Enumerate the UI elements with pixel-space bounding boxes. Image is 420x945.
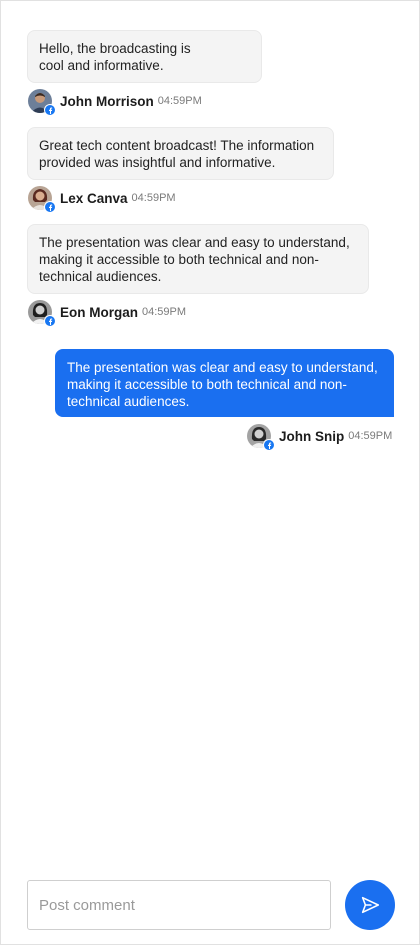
author-name[interactable]: Eon Morgan (60, 305, 138, 320)
message-time: 04:59PM (131, 192, 176, 204)
message-meta: Lex Canva 04:59PM (28, 186, 176, 213)
message-time: 04:59PM (142, 306, 187, 318)
author-name[interactable]: John Morrison (60, 94, 154, 109)
facebook-icon (44, 201, 56, 213)
message-time: 04:59PM (348, 430, 393, 442)
message-bubble: The presentation was clear and easy to u… (27, 224, 369, 294)
author-name[interactable]: John Snip (279, 429, 344, 444)
facebook-icon (263, 439, 275, 451)
author-name[interactable]: Lex Canva (60, 191, 128, 206)
message-meta: Eon Morgan 04:59PM (28, 300, 187, 327)
message-bubble: Hello, the broadcasting is cool and info… (27, 30, 262, 83)
user-avatar[interactable] (28, 89, 56, 116)
user-avatar[interactable] (28, 300, 56, 327)
message-meta: John Morrison 04:59PM (28, 89, 202, 116)
comments-panel: Hello, the broadcasting is cool and info… (0, 0, 420, 945)
message-time: 04:59PM (157, 95, 202, 107)
send-icon (361, 896, 380, 914)
message-bubble: Great tech content broadcast! The inform… (27, 127, 334, 180)
facebook-icon (44, 315, 56, 327)
user-avatar[interactable] (247, 424, 275, 451)
post-comment-input[interactable] (27, 880, 331, 930)
send-button[interactable] (345, 880, 395, 930)
own-message-bubble: The presentation was clear and easy to u… (55, 349, 394, 417)
user-avatar[interactable] (28, 186, 56, 213)
message-meta: John Snip 04:59PM (247, 424, 393, 451)
facebook-icon (44, 104, 56, 116)
